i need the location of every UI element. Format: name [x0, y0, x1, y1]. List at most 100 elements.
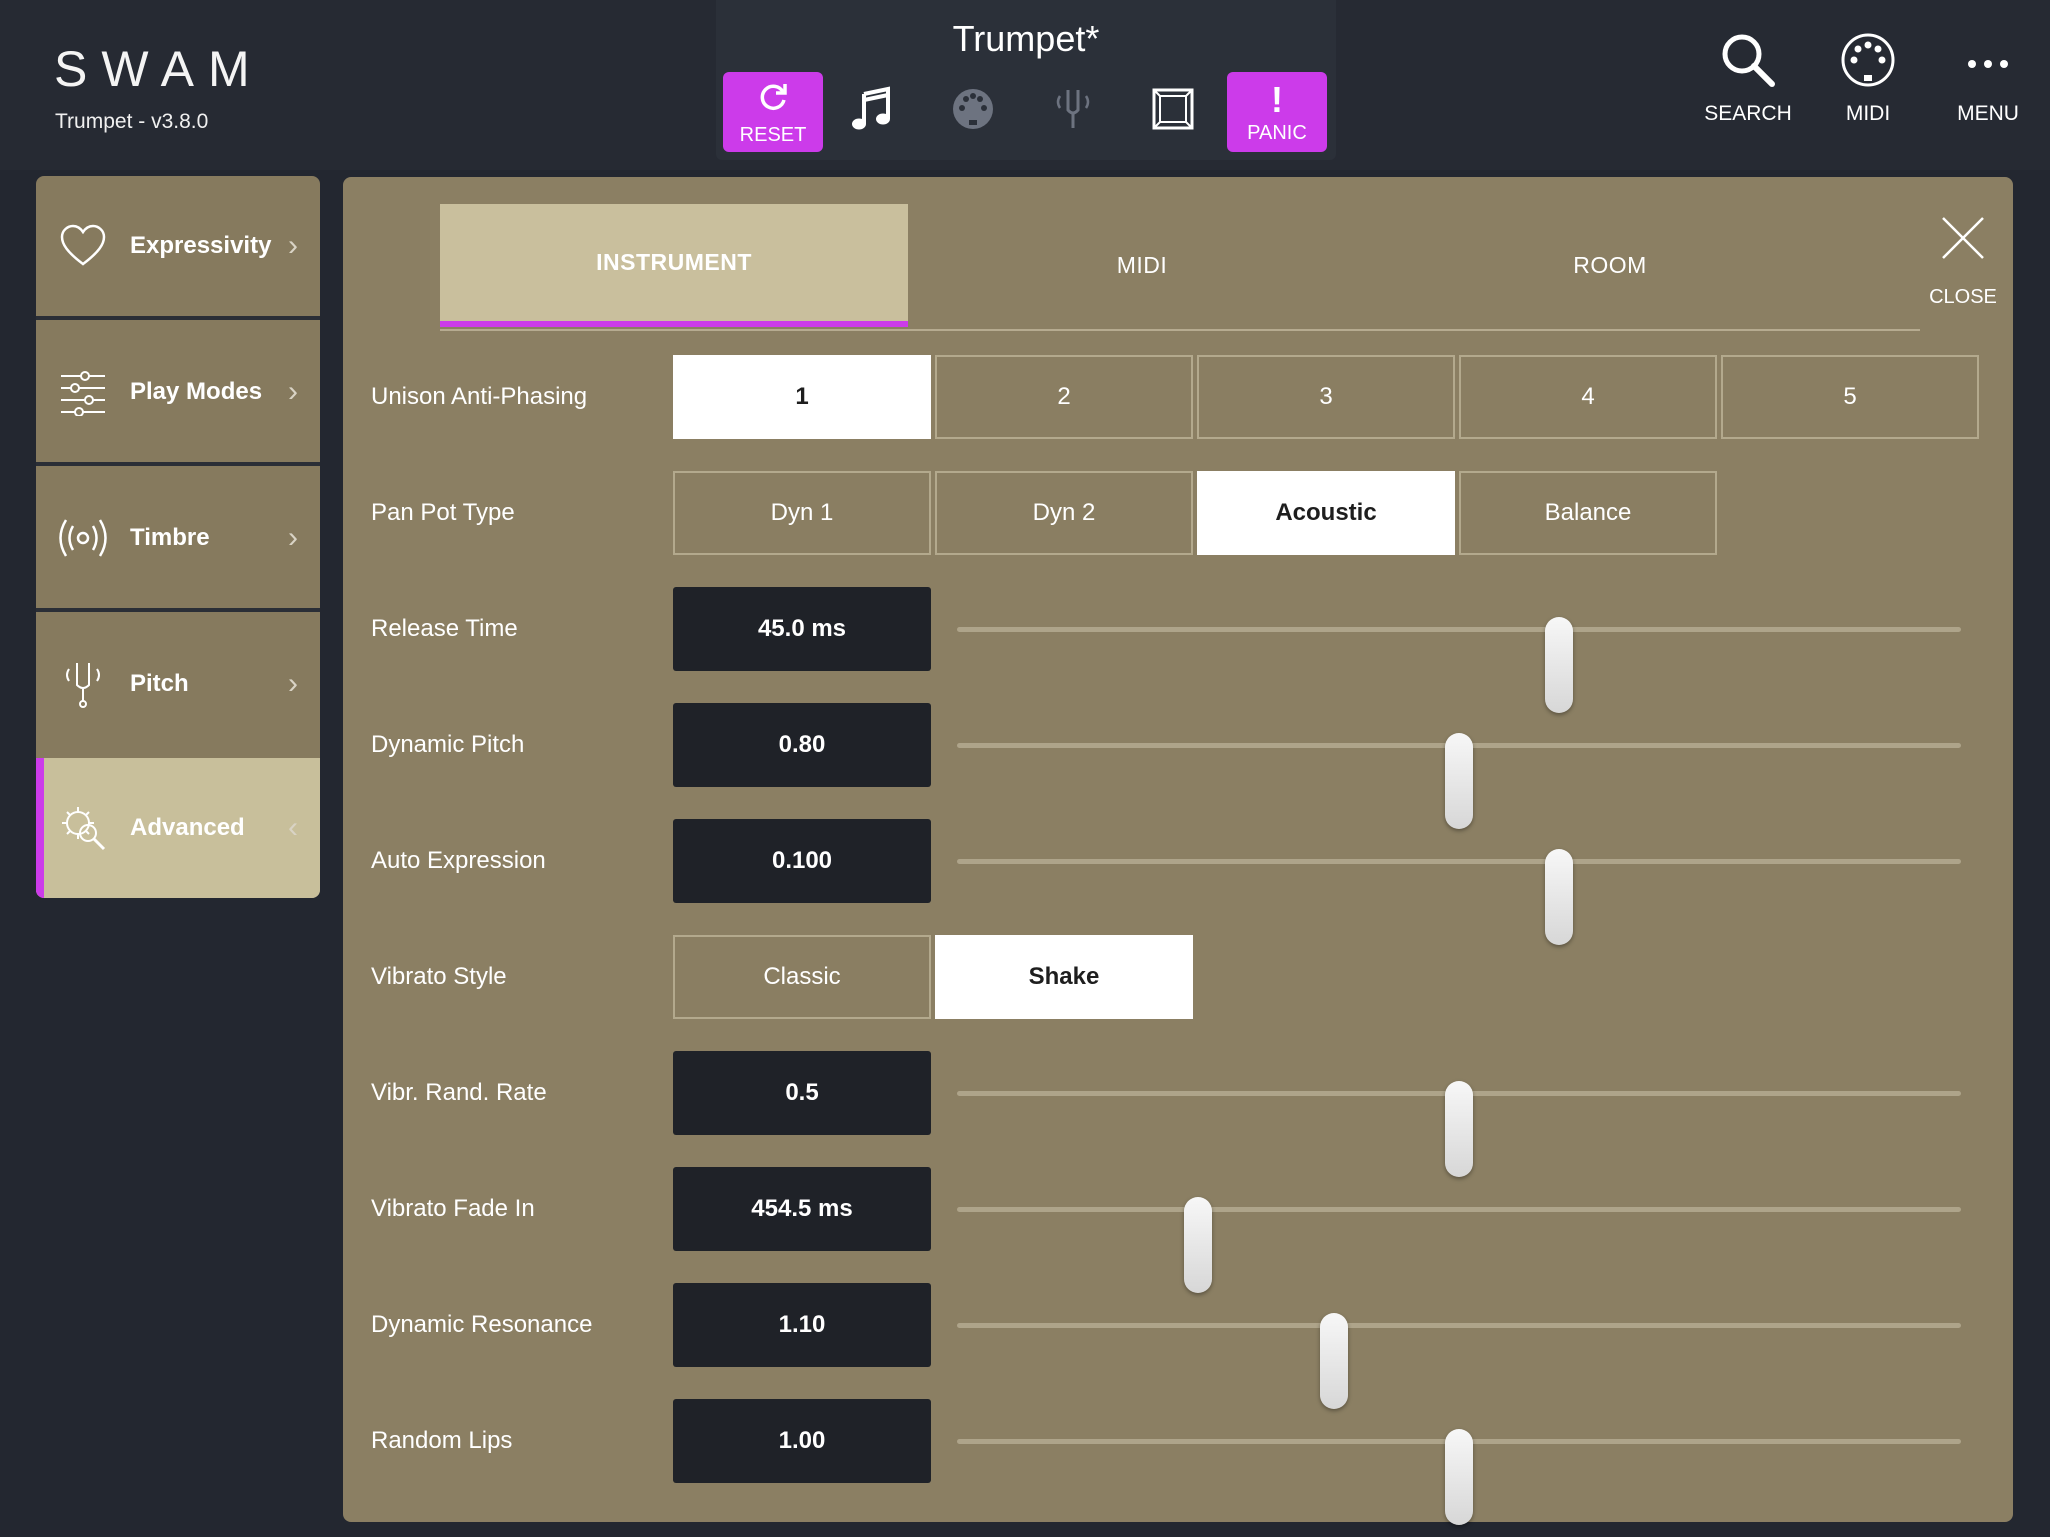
fullscreen-button[interactable]	[1123, 72, 1223, 152]
param-row-panpot: Pan Pot Type Dyn 1 Dyn 2 Acoustic Balanc…	[343, 471, 2013, 555]
param-row-vibrato-rand-rate: Vibr. Rand. Rate 0.5	[343, 1051, 2013, 1177]
close-button[interactable]: CLOSE	[1913, 212, 2013, 322]
more-dots-icon	[1968, 60, 2008, 68]
tuner-button[interactable]	[1023, 72, 1123, 152]
param-row-release-time: Release Time 45.0 ms	[343, 587, 2013, 713]
settings-panel: INSTRUMENT MIDI ROOM CLOSE Unison Anti-P…	[343, 177, 2013, 1525]
slider-thumb[interactable]	[1445, 1081, 1473, 1177]
tab-instrument[interactable]: INSTRUMENT	[440, 204, 908, 327]
midi-button[interactable]: MIDI	[1808, 30, 1928, 150]
reset-button[interactable]: RESET	[723, 72, 823, 152]
divider	[36, 316, 320, 320]
param-label: Auto Expression	[371, 847, 546, 874]
preset-name[interactable]: Trumpet*	[716, 18, 1336, 60]
refresh-icon	[755, 78, 791, 122]
vibrato-rand-rate-slider[interactable]	[957, 1081, 1961, 1177]
param-row-auto-expression: Auto Expression 0.100	[343, 819, 2013, 945]
param-label: Vibrato Fade In	[371, 1195, 535, 1222]
sliders-icon	[58, 367, 108, 417]
unison-option-1[interactable]: 1	[673, 355, 931, 439]
vibrato-fade-in-value[interactable]: 454.5 ms	[673, 1167, 931, 1251]
close-icon	[1939, 212, 1987, 272]
param-label: Release Time	[371, 615, 518, 642]
midi-label: MIDI	[1845, 102, 1891, 125]
chevron-right-icon: ›	[288, 521, 298, 554]
unison-option-3[interactable]: 3	[1197, 355, 1455, 439]
midi-port-button[interactable]	[923, 72, 1023, 152]
search-label: SEARCH	[1704, 102, 1792, 125]
divider	[36, 608, 320, 612]
slider-thumb[interactable]	[1445, 1429, 1473, 1525]
sidebar-item-pitch[interactable]: Pitch ›	[36, 614, 320, 754]
vibrato-option-shake[interactable]: Shake	[935, 935, 1193, 1019]
menu-label: MENU	[1957, 102, 2019, 125]
divider	[36, 462, 320, 466]
vibrato-fade-in-slider[interactable]	[957, 1197, 1961, 1293]
search-button[interactable]: SEARCH	[1688, 30, 1808, 150]
midi-connector-icon	[950, 86, 996, 138]
panpot-option-dyn2[interactable]: Dyn 2	[935, 471, 1193, 555]
vibrato-rand-rate-value[interactable]: 0.5	[673, 1051, 931, 1135]
frame-icon	[1150, 86, 1196, 138]
exclamation-icon: !	[1271, 78, 1283, 120]
chevron-right-icon: ›	[288, 667, 298, 700]
sidebar-item-advanced[interactable]: Advanced ‹	[36, 758, 320, 898]
tab-midi[interactable]: MIDI	[908, 204, 1376, 327]
dynamic-resonance-slider[interactable]	[957, 1313, 1961, 1409]
sidebar-item-timbre[interactable]: Timbre ›	[36, 468, 320, 608]
vibrato-option-classic[interactable]: Classic	[673, 935, 931, 1019]
chevron-right-icon: ›	[288, 375, 298, 408]
unison-option-4[interactable]: 4	[1459, 355, 1717, 439]
gear-search-icon	[58, 803, 108, 853]
random-lips-value[interactable]: 1.00	[673, 1399, 931, 1483]
header-bar: SWAM Trumpet - v3.8.0 Trumpet* RESET ! P…	[0, 0, 2050, 170]
tab-room[interactable]: ROOM	[1376, 204, 1844, 327]
preset-toolbar: Trumpet* RESET ! PANIC	[716, 0, 1336, 160]
random-lips-slider[interactable]	[957, 1429, 1961, 1525]
slider-thumb[interactable]	[1319, 1313, 1348, 1409]
auto-expression-value[interactable]: 0.100	[673, 819, 931, 903]
dynamic-resonance-value[interactable]: 1.10	[673, 1283, 931, 1367]
chevron-left-icon: ‹	[288, 811, 298, 844]
param-label: Vibrato Style	[371, 963, 507, 990]
slider-thumb[interactable]	[1545, 849, 1574, 945]
heart-icon	[58, 221, 108, 271]
broadcast-icon	[58, 513, 108, 563]
sidebar-item-expressivity[interactable]: Expressivity ›	[36, 176, 320, 316]
dynamic-pitch-slider[interactable]	[957, 733, 1961, 829]
param-label: Unison Anti-Phasing	[371, 383, 588, 410]
slider-thumb[interactable]	[1445, 733, 1473, 829]
slider-thumb[interactable]	[1183, 1197, 1212, 1293]
param-row-dynamic-resonance: Dynamic Resonance 1.10	[343, 1283, 2013, 1409]
param-row-vibrato-fade-in: Vibrato Fade In 454.5 ms	[343, 1167, 2013, 1293]
panpot-option-balance[interactable]: Balance	[1459, 471, 1717, 555]
dynamic-pitch-value[interactable]: 0.80	[673, 703, 931, 787]
app-version: Trumpet - v3.8.0	[55, 110, 209, 133]
sidebar-item-play-modes[interactable]: Play Modes ›	[36, 322, 320, 462]
panpot-option-dyn1[interactable]: Dyn 1	[673, 471, 931, 555]
panpot-option-acoustic[interactable]: Acoustic	[1197, 471, 1455, 555]
param-row-random-lips: Random Lips 1.00	[343, 1399, 2013, 1525]
tuning-fork-icon	[1050, 86, 1096, 138]
slider-thumb[interactable]	[1545, 617, 1574, 713]
music-note-button[interactable]	[823, 72, 923, 152]
param-label: Dynamic Pitch	[371, 731, 525, 758]
param-row-unison: Unison Anti-Phasing 1 2 3 4 5	[343, 355, 2013, 439]
app-logo: SWAM	[54, 41, 264, 97]
music-note-icon	[850, 86, 896, 138]
param-label: Dynamic Resonance	[371, 1311, 593, 1338]
tab-bar: INSTRUMENT MIDI ROOM	[440, 204, 1880, 329]
release-time-slider[interactable]	[957, 617, 1961, 713]
release-time-value[interactable]: 45.0 ms	[673, 587, 931, 671]
menu-button[interactable]: MENU	[1928, 30, 2048, 150]
param-row-vibrato-style: Vibrato Style Classic Shake	[343, 935, 2013, 1019]
param-label: Vibr. Rand. Rate	[371, 1079, 547, 1106]
unison-option-2[interactable]: 2	[935, 355, 1193, 439]
unison-option-5[interactable]: 5	[1721, 355, 1979, 439]
midi-connector-icon	[1841, 33, 1895, 87]
param-row-dynamic-pitch: Dynamic Pitch 0.80	[343, 703, 2013, 829]
param-label: Random Lips	[371, 1427, 513, 1454]
search-icon	[1722, 34, 1775, 87]
panic-button[interactable]: ! PANIC	[1227, 72, 1327, 152]
auto-expression-slider[interactable]	[957, 849, 1961, 945]
